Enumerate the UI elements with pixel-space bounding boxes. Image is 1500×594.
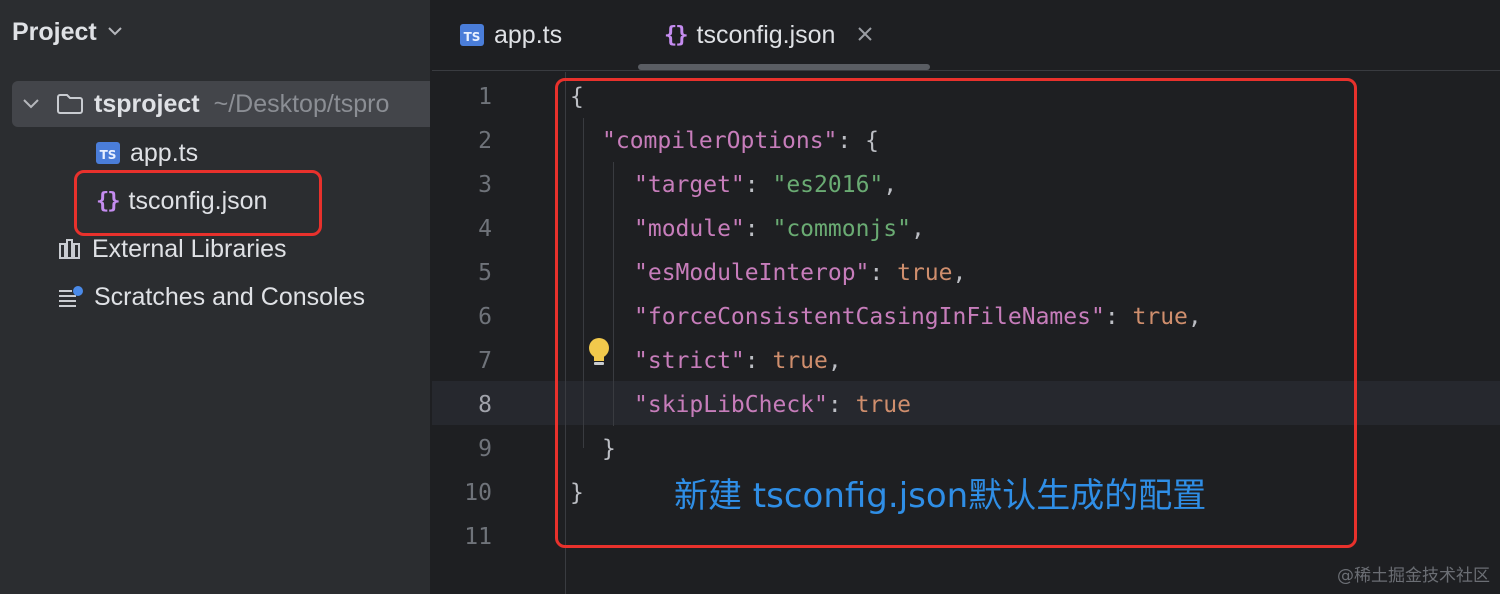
line-number: 9 [478,436,492,462]
chevron-down-icon[interactable] [20,93,42,115]
line-number: 7 [478,348,492,374]
tab-label: tsconfig.json [696,20,836,49]
line-number: 10 [464,480,492,506]
tree-scratches-consoles[interactable]: Scratches and Consoles [58,274,430,320]
line-number: 5 [478,260,492,286]
editor-tab-bar: TS app.ts {} tsconfig.json [432,0,1500,71]
line-number: 11 [464,524,492,550]
line-number: 2 [478,128,492,154]
active-tab-indicator [638,64,930,70]
scratches-label: Scratches and Consoles [94,282,365,311]
project-view-selector[interactable]: Project [12,14,123,50]
project-sidebar: Project tsproject ~/Desktop/tspro TS app… [0,0,430,594]
typescript-file-icon: TS [460,24,484,46]
scratches-icon [58,286,84,308]
chevron-down-icon [107,23,123,41]
line-number: 6 [478,304,492,330]
tab-app-ts[interactable]: TS app.ts [460,0,562,70]
tree-root-tsproject[interactable]: tsproject ~/Desktop/tspro [12,81,430,127]
file-name: app.ts [130,138,199,167]
line-number: 8 [478,392,492,418]
annotation-text: 新建 tsconfig.json默认生成的配置 [674,476,1207,516]
tab-tsconfig-json[interactable]: {} tsconfig.json [664,0,873,70]
project-title: Project [12,17,97,46]
external-libraries-label: External Libraries [92,234,287,263]
library-icon [58,238,82,260]
typescript-file-icon: TS [96,142,120,164]
root-folder-path: ~/Desktop/tspro [213,89,390,118]
highlight-box-tsconfig-file [74,170,322,236]
tab-label: app.ts [494,20,563,49]
root-folder-name: tsproject [94,89,200,118]
line-number: 3 [478,172,492,198]
watermark: @稀土掘金技术社区 [1337,566,1490,586]
line-number: 1 [478,84,492,110]
folder-icon [56,93,84,115]
close-icon[interactable] [857,21,873,49]
json-file-icon: {} [664,22,688,48]
line-number: 4 [478,216,492,242]
